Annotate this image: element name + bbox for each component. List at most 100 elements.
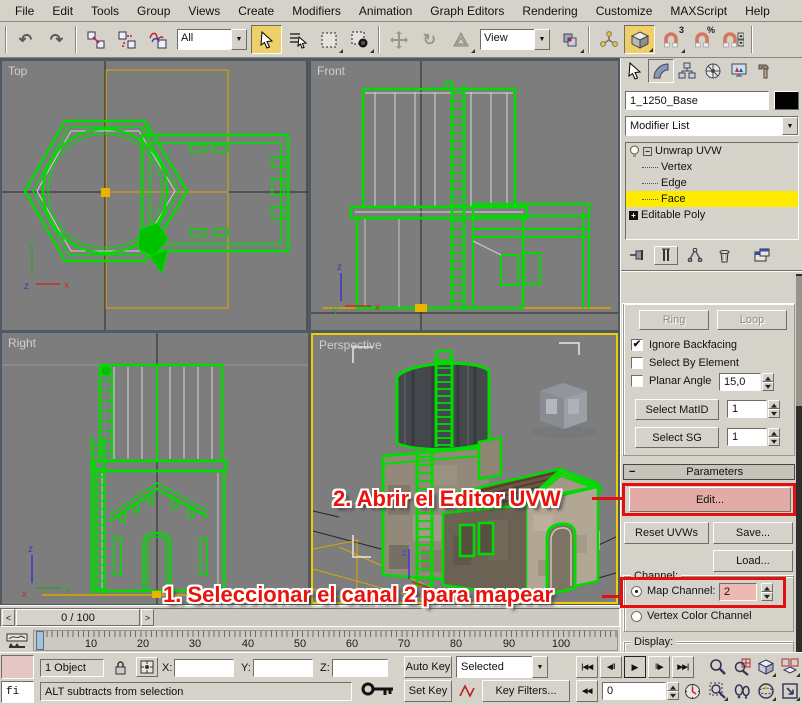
snaps-toggle-button[interactable] <box>624 25 655 54</box>
auto-key-button[interactable]: Auto Key <box>404 656 452 678</box>
selection-lock-toggle[interactable] <box>110 657 130 677</box>
reset-uvws-button[interactable]: Reset UVWs <box>624 522 709 544</box>
show-end-result-button[interactable] <box>654 246 678 265</box>
unlink-selection-button[interactable] <box>111 25 142 54</box>
viewport-top-label[interactable]: Top <box>8 64 27 78</box>
maximize-viewport-toggle-button[interactable] <box>778 679 801 702</box>
dropdown-arrow-icon[interactable]: ▼ <box>782 117 798 135</box>
y-coordinate-field[interactable] <box>253 659 313 677</box>
stack-item-unwrap-uvw[interactable]: − Unwrap UVW <box>626 143 798 159</box>
viewport-right-label[interactable]: Right <box>8 336 36 350</box>
current-frame-field[interactable]: 0 <box>602 682 666 700</box>
loop-button[interactable]: Loop <box>717 310 787 330</box>
select-by-element-checkbox[interactable] <box>631 357 643 369</box>
planar-angle-field[interactable]: 15,0 <box>719 373 761 391</box>
region-zoom-button[interactable] <box>706 679 729 702</box>
utilities-tab[interactable] <box>752 59 778 83</box>
zoom-button[interactable] <box>706 655 729 678</box>
select-object-button[interactable] <box>251 25 282 54</box>
angle-snap-toggle-button[interactable]: 3 <box>655 25 686 54</box>
viewport-front[interactable]: Front z y x <box>311 61 618 330</box>
vertex-color-channel-radio[interactable] <box>631 611 642 622</box>
menu-rendering[interactable]: Rendering <box>513 1 586 21</box>
bind-to-space-warp-button[interactable] <box>142 25 173 54</box>
save-uvws-button[interactable]: Save... <box>713 522 793 544</box>
track-bar-ruler[interactable]: 0 10 20 30 40 50 60 70 80 90 100 <box>33 630 618 651</box>
viewport-perspective[interactable]: Perspective <box>311 333 618 604</box>
sg-spinner[interactable] <box>768 428 780 446</box>
maxscript-mini-listener-pink[interactable] <box>1 655 34 679</box>
stack-subobject-edge[interactable]: Edge <box>626 175 798 191</box>
matid-spinner[interactable] <box>768 400 780 418</box>
select-and-link-button[interactable] <box>80 25 111 54</box>
map-channel-radio[interactable] <box>631 586 642 597</box>
panel-scrollbar-thumb[interactable] <box>796 276 802 406</box>
x-coordinate-field[interactable] <box>174 659 234 677</box>
selection-filter-dropdown[interactable]: All ▼ <box>177 29 247 50</box>
make-unique-button[interactable] <box>683 246 707 265</box>
menu-animation[interactable]: Animation <box>350 1 421 21</box>
play-animation-button[interactable]: ▶ <box>624 656 646 678</box>
maxscript-mini-listener-white[interactable]: fi <box>1 681 34 703</box>
map-channel-spinner[interactable] <box>761 583 773 601</box>
arc-rotate-button[interactable] <box>754 679 777 702</box>
spinner-snap-toggle-button[interactable] <box>717 25 748 54</box>
ignore-backfacing-checkbox[interactable] <box>631 339 643 351</box>
dropdown-arrow-icon[interactable]: ▼ <box>532 656 548 678</box>
create-tab[interactable] <box>622 59 648 83</box>
absolute-mode-transform-toggle[interactable] <box>136 657 158 677</box>
viewport-top[interactable]: Top y z <box>2 61 308 330</box>
previous-frame-button[interactable]: ◀‖ <box>600 656 622 678</box>
use-pivot-point-center-button[interactable] <box>554 25 585 54</box>
configure-modifier-sets-button[interactable] <box>749 246 775 265</box>
undo-button[interactable]: ↶ <box>10 25 41 54</box>
select-and-manipulate-button[interactable] <box>593 25 624 54</box>
object-name-field[interactable]: 1_1250_Base <box>625 91 769 110</box>
parameters-rollout-header[interactable]: − Parameters <box>623 464 795 480</box>
menu-help[interactable]: Help <box>736 1 779 21</box>
select-and-move-button[interactable] <box>383 25 414 54</box>
next-frame-arrow-button[interactable]: > <box>141 609 154 626</box>
stack-subobject-face-selected[interactable]: Face <box>626 191 798 207</box>
load-uvws-button[interactable]: Load... <box>713 550 793 572</box>
key-mode-dropdown[interactable]: Selected ▼ <box>456 656 548 678</box>
redo-button[interactable]: ↷ <box>41 25 72 54</box>
menu-file[interactable]: File <box>6 1 43 21</box>
menu-customize[interactable]: Customize <box>587 1 662 21</box>
z-coordinate-field[interactable] <box>332 659 388 677</box>
viewport-front-label[interactable]: Front <box>317 64 345 78</box>
zoom-extents-button[interactable] <box>754 655 777 678</box>
percent-snap-toggle-button[interactable]: % <box>686 25 717 54</box>
remove-modifier-button[interactable] <box>712 246 736 265</box>
default-in-out-tangents-button[interactable] <box>456 680 478 702</box>
current-frame-spinner[interactable] <box>667 682 679 700</box>
trackbar-frame-handle[interactable] <box>36 631 44 650</box>
menu-graph-editors[interactable]: Graph Editors <box>421 1 513 21</box>
open-mini-curve-editor-button[interactable] <box>3 631 31 650</box>
select-sg-button[interactable]: Select SG <box>635 427 719 448</box>
pan-view-button[interactable] <box>730 679 753 702</box>
time-slider-handle[interactable]: 0 / 100 <box>16 609 140 626</box>
viewport-right[interactable]: Right <box>2 333 308 604</box>
stack-subobject-vertex[interactable]: Vertex <box>626 159 798 175</box>
previous-frame-arrow-button[interactable]: < <box>2 609 15 626</box>
time-configuration-button[interactable] <box>681 680 703 702</box>
collapse-icon[interactable]: − <box>643 147 652 156</box>
set-key-button[interactable]: Set Key <box>404 680 452 702</box>
zoom-all-button[interactable] <box>730 655 753 678</box>
reference-coordinate-system-dropdown[interactable]: View ▼ <box>480 29 550 50</box>
planar-angle-checkbox[interactable] <box>631 375 643 387</box>
key-filters-button[interactable]: Key Filters... <box>482 680 570 702</box>
menu-tools[interactable]: Tools <box>82 1 128 21</box>
rectangular-selection-region-button[interactable] <box>313 25 344 54</box>
panel-scrollbar[interactable] <box>796 274 802 652</box>
select-and-rotate-button[interactable]: ↻ <box>414 25 445 54</box>
pin-stack-button[interactable] <box>625 246 649 265</box>
stack-item-editable-poly[interactable]: + Editable Poly <box>626 207 798 223</box>
window-crossing-toggle-button[interactable] <box>344 25 375 54</box>
key-mode-toggle-button[interactable]: ◀◀ <box>576 680 598 702</box>
modify-tab[interactable] <box>648 59 674 83</box>
next-frame-button[interactable]: ‖▶ <box>648 656 670 678</box>
hierarchy-tab[interactable] <box>674 59 700 83</box>
menu-group[interactable]: Group <box>128 1 179 21</box>
